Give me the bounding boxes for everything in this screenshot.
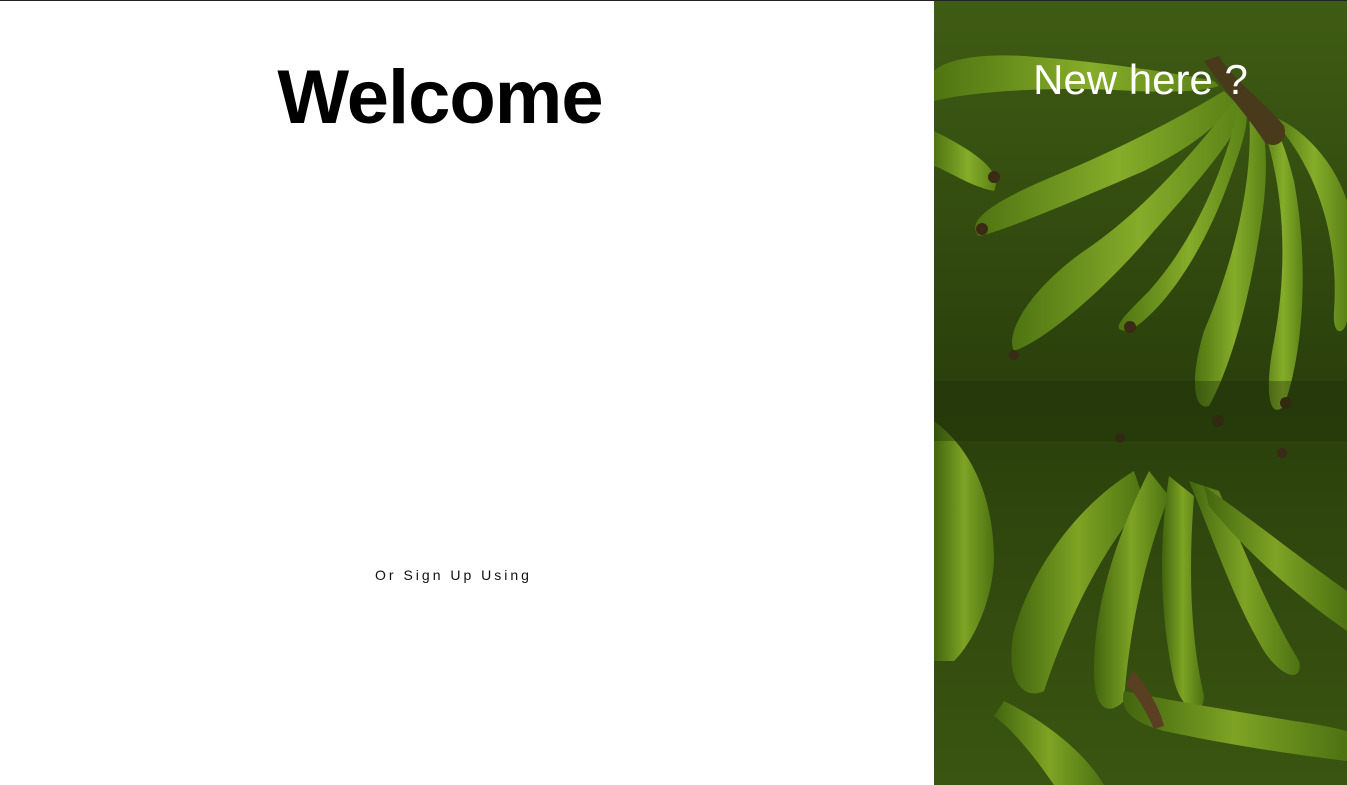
login-panel: Welcome Or Sign Up Using — [0, 1, 934, 785]
signup-heading: New here ? — [1033, 56, 1248, 103]
alt-signup-label: Or Sign Up Using — [375, 567, 532, 583]
page-title: Welcome — [277, 55, 603, 140]
signup-promo-panel: New here ? — [934, 1, 1347, 785]
bananas-background-image — [934, 1, 1347, 785]
